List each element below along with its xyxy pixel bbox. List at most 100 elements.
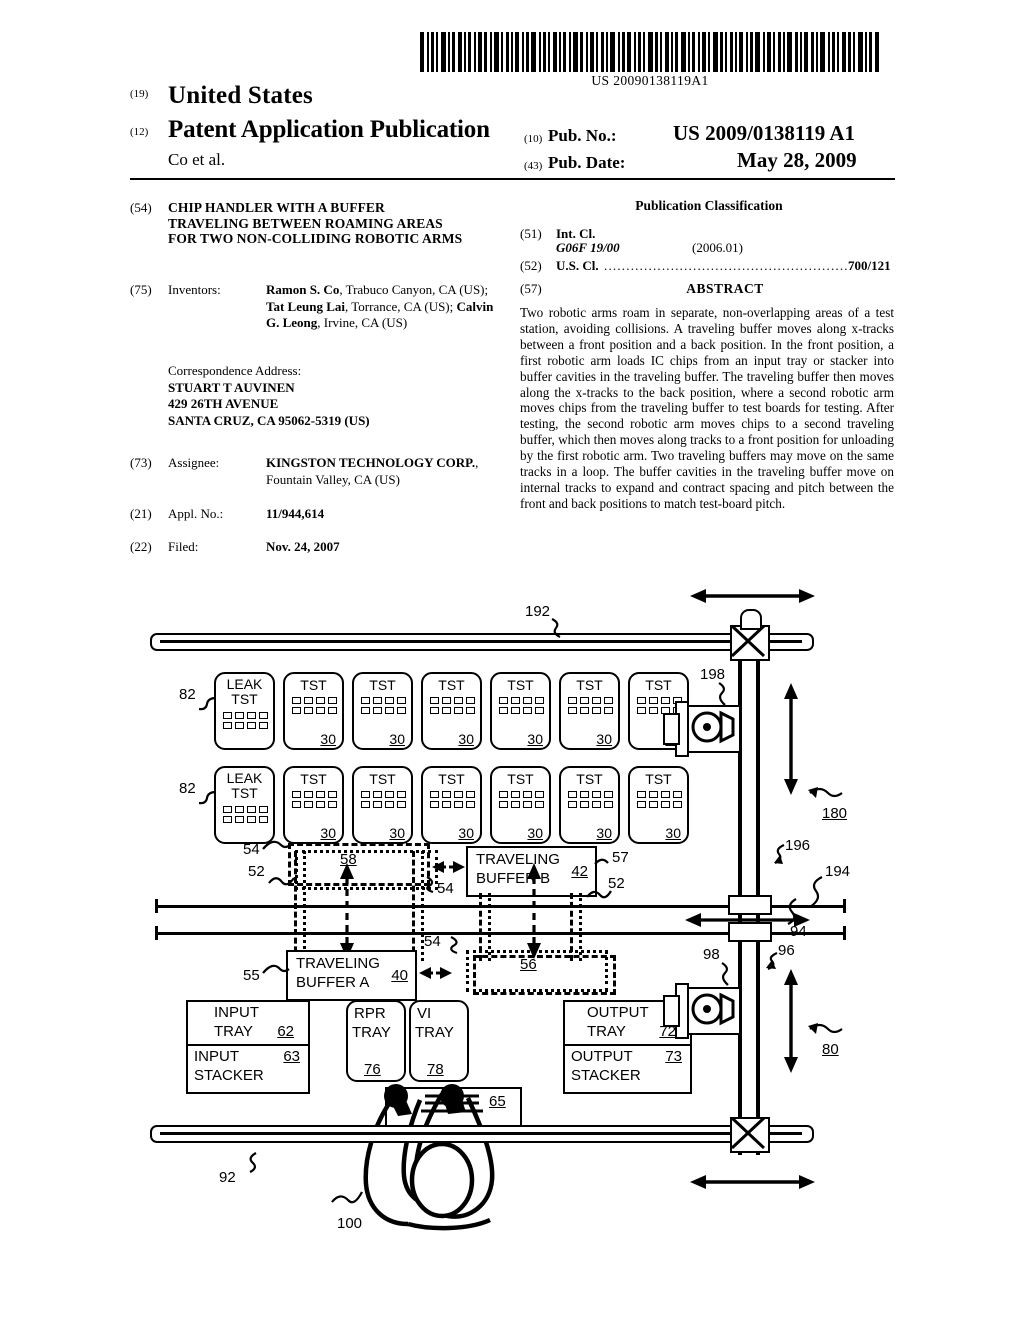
code-19: (19): [130, 88, 149, 100]
socket: [580, 707, 589, 714]
middle-rail-lower-left-cap: [155, 926, 158, 940]
socket: [637, 697, 646, 704]
input-stacker[interactable]: INPUT STACKER 63: [186, 1044, 310, 1094]
rpr-tray-line1: RPR: [354, 1005, 386, 1022]
ref-57-leader: [594, 858, 609, 865]
socket: [316, 707, 325, 714]
buffer-transfer-arrow-left: [340, 863, 354, 959]
figure-diagram: 192 82 82 LEAKTST TST 30 TST 30 TST 30: [0, 575, 1024, 1265]
station-num: 30: [389, 731, 405, 747]
code-21: (21): [130, 506, 152, 521]
socket: [373, 791, 382, 798]
leak-test-station[interactable]: LEAK TST: [214, 672, 275, 750]
inventors-value: Ramon S. Co, Trabuco Canyon, CA (US); Ta…: [266, 282, 494, 330]
ref-52-a-leader: [268, 877, 295, 886]
ref-96-leader: [766, 951, 778, 971]
code-12: (12): [130, 126, 149, 138]
socket: [535, 707, 544, 714]
socket: [592, 707, 601, 714]
output-stacker[interactable]: OUTPUT STACKER 73: [563, 1044, 692, 1094]
ref-100-leader: [331, 1191, 363, 1204]
ref-55: 55: [243, 967, 260, 984]
appl-no-value: 11/944,614: [266, 506, 325, 521]
station-num: 30: [527, 731, 543, 747]
socket: [580, 791, 589, 798]
socket: [661, 697, 670, 704]
test-station[interactable]: TST 30: [559, 766, 620, 844]
socket: [511, 791, 520, 798]
cavity-56-num: 56: [520, 956, 537, 973]
country-name: United States: [168, 82, 313, 109]
socket: [442, 791, 451, 798]
socket: [592, 697, 601, 704]
station-label: TST: [300, 771, 327, 787]
code-51: (51): [520, 226, 542, 241]
us-cl-value: 700/121: [848, 258, 891, 273]
buffer-cavity-56-inner: [473, 955, 616, 995]
socket: [385, 697, 394, 704]
test-station[interactable]: TST 30: [490, 672, 551, 750]
socket: [328, 791, 337, 798]
ref-180: 180: [822, 805, 848, 822]
top-carriage-cap: [740, 609, 762, 630]
test-station[interactable]: TST 30: [352, 766, 413, 844]
test-station[interactable]: TST 30: [628, 766, 689, 844]
buffer-a-line1: TRAVELING: [296, 955, 380, 972]
ref-192: 192: [525, 603, 551, 620]
input-tray[interactable]: INPUT TRAY 62: [186, 1000, 310, 1048]
test-station[interactable]: TST 30: [352, 672, 413, 750]
socket-grid: [361, 697, 406, 714]
test-station[interactable]: TST 30: [283, 766, 344, 844]
socket: [397, 697, 406, 704]
pub-no-value: US 2009/0138119 A1: [673, 121, 856, 145]
us-cl-label: U.S. Cl.: [556, 258, 599, 273]
socket: [466, 791, 475, 798]
ref-92-leader: [249, 1152, 257, 1173]
barcode: [420, 32, 880, 72]
test-station[interactable]: TST 30: [421, 766, 482, 844]
input-tray-line1: INPUT: [214, 1004, 259, 1021]
test-station[interactable]: TST 30: [421, 672, 482, 750]
traveling-buffer-a[interactable]: TRAVELING BUFFER A 40: [286, 950, 417, 1001]
ref-198-leader: [718, 682, 726, 706]
abstract-label: ABSTRACT: [686, 281, 764, 296]
ref-57: 57: [612, 849, 629, 866]
socket: [649, 697, 658, 704]
socket: [292, 697, 301, 704]
test-station[interactable]: TST 30: [283, 672, 344, 750]
motor-98-hub: [691, 992, 735, 1026]
patent-page: US 20090138119A1 (19) United States (12)…: [0, 0, 1024, 1320]
socket: [223, 722, 232, 729]
socket: [568, 697, 577, 704]
socket: [580, 801, 589, 808]
station-label: TST: [300, 677, 327, 693]
test-station[interactable]: TST 30: [559, 672, 620, 750]
ref-96: 96: [778, 942, 795, 959]
leak-test-station[interactable]: LEAK TST: [214, 766, 275, 844]
socket: [499, 697, 508, 704]
socket: [361, 801, 370, 808]
socket: [604, 707, 613, 714]
input-stacker-line1: INPUT: [194, 1048, 239, 1065]
test-station[interactable]: TST 30: [490, 766, 551, 844]
socket: [535, 791, 544, 798]
buffer-b-line1: TRAVELING: [476, 851, 560, 868]
socket: [454, 791, 463, 798]
socket: [247, 722, 256, 729]
socket: [361, 791, 370, 798]
ref-98-leader: [721, 962, 729, 986]
code-52: (52): [520, 258, 542, 273]
station-num: 30: [527, 825, 543, 841]
socket: [247, 806, 256, 813]
socket: [592, 791, 601, 798]
socket: [328, 697, 337, 704]
code-75: (75): [130, 282, 152, 297]
input-tray-line2: TRAY: [214, 1023, 253, 1040]
ref-52-a: 52: [248, 863, 265, 880]
rpr-tray[interactable]: RPR TRAY 76: [346, 1000, 406, 1082]
socket: [361, 697, 370, 704]
loop-track-1-dot: [303, 851, 309, 961]
socket: [673, 791, 682, 798]
vi-tray[interactable]: VI TRAY 78: [409, 1000, 469, 1082]
middle-x-motion-arrow: [685, 913, 810, 927]
